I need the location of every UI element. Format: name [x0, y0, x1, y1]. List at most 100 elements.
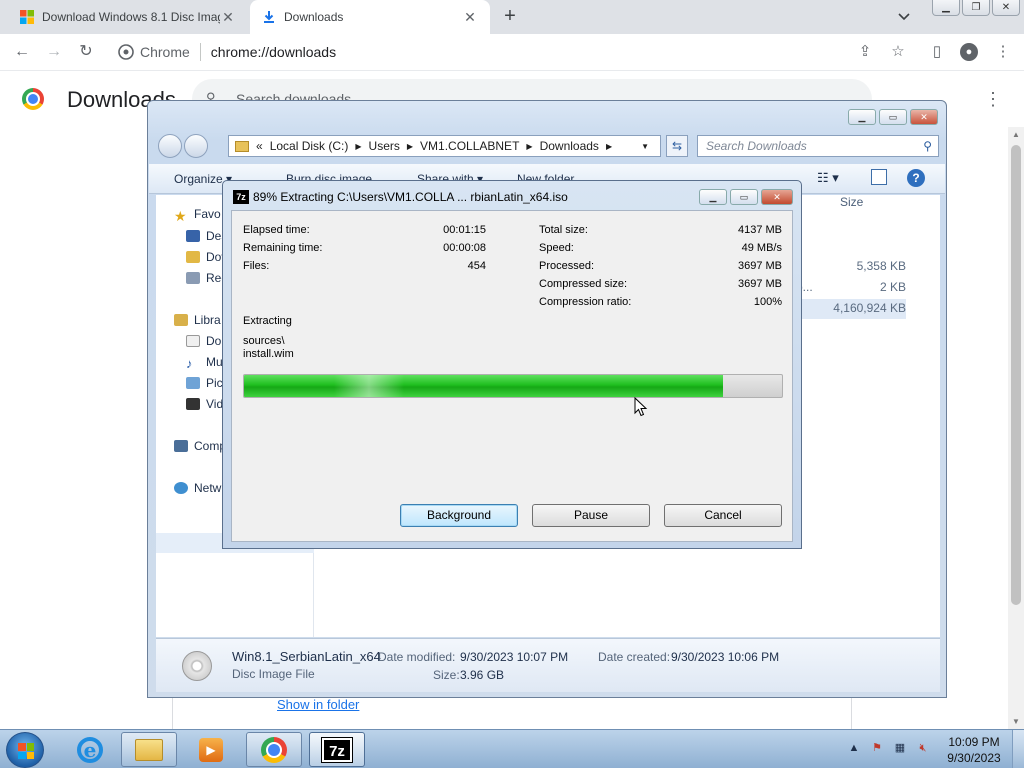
- taskbar-chrome[interactable]: [246, 732, 302, 767]
- chrome-icon: [261, 736, 287, 763]
- cancel-button[interactable]: Cancel: [664, 504, 782, 527]
- chevron-down-icon[interactable]: ▼: [641, 142, 649, 151]
- forward-arrow-icon[interactable]: →: [44, 42, 64, 62]
- explorer-window-controls: ▁ ▭ ✕: [845, 109, 938, 125]
- chevron-down-icon[interactable]: [896, 8, 912, 24]
- chevron-right-icon[interactable]: ▶: [355, 142, 361, 151]
- taskbar-7zip[interactable]: 7z: [309, 732, 365, 767]
- minimize-button[interactable]: ▁: [932, 0, 960, 16]
- share-icon[interactable]: ⇪: [856, 43, 874, 61]
- chevron-right-icon[interactable]: ▶: [407, 142, 413, 151]
- compressed-size-value: 3697 MB: [737, 278, 782, 290]
- taskbar-media-player[interactable]: ▶: [183, 732, 239, 767]
- detail-date-created-label: Date created:: [598, 650, 671, 664]
- network-icon: [174, 482, 188, 494]
- close-button[interactable]: ✕: [910, 109, 938, 125]
- folder-icon: [235, 140, 249, 152]
- elapsed-time-value: 00:01:15: [443, 224, 486, 236]
- profile-avatar-icon[interactable]: ●: [960, 43, 978, 61]
- view-options-icon[interactable]: ☷ ▾: [817, 170, 839, 186]
- total-size-value: 4137 MB: [737, 224, 782, 236]
- taskbar-file-explorer[interactable]: [121, 732, 177, 767]
- explorer-address-bar[interactable]: « Local Disk (C:) ▶ Users ▶ VM1.COLLABNET ▶…: [228, 135, 661, 157]
- breadcrumb-overflow[interactable]: «: [256, 139, 263, 153]
- breadcrumb-downloads[interactable]: Downloads: [540, 139, 599, 153]
- restore-button[interactable]: ❐: [962, 0, 990, 16]
- explorer-search-input[interactable]: Search Downloads ⚲: [697, 135, 939, 157]
- tab-download-windows[interactable]: Download Windows 8.1 Disc Image ✕: [8, 0, 248, 34]
- minimize-button[interactable]: ▁: [699, 189, 727, 205]
- downloads-folder-icon: [186, 251, 200, 263]
- nav-documents[interactable]: Do: [186, 334, 221, 348]
- scroll-up-icon[interactable]: ▲: [1012, 130, 1020, 139]
- minimize-button[interactable]: ▁: [848, 109, 876, 125]
- action-center-icon[interactable]: ⚑: [869, 740, 885, 756]
- close-button[interactable]: ✕: [761, 189, 793, 205]
- side-panel-icon[interactable]: ▯: [928, 43, 946, 61]
- back-button[interactable]: [158, 134, 182, 158]
- reload-icon[interactable]: ↻: [76, 42, 96, 62]
- show-desktop-button[interactable]: [1012, 730, 1024, 768]
- new-tab-button[interactable]: +: [500, 5, 520, 28]
- pause-button[interactable]: Pause: [532, 504, 650, 527]
- page-scrollbar[interactable]: ▲ ▼: [1008, 127, 1024, 729]
- taskbar-clock[interactable]: 10:09 PM 9/30/2023: [942, 734, 1006, 766]
- close-tab-icon[interactable]: ✕: [220, 9, 236, 26]
- scroll-down-icon[interactable]: ▼: [1012, 717, 1020, 726]
- network-status-icon[interactable]: ▦: [892, 740, 908, 756]
- nav-music[interactable]: ♪ Mu: [186, 355, 223, 371]
- tab-downloads[interactable]: Downloads ✕: [250, 0, 490, 34]
- nav-computer[interactable]: Comp: [174, 439, 226, 453]
- maximize-button[interactable]: ▭: [730, 189, 758, 205]
- nav-pictures[interactable]: Pic: [186, 376, 223, 390]
- menu-dots-icon[interactable]: ⋮: [994, 43, 1012, 61]
- nav-libraries[interactable]: Libra: [174, 313, 221, 327]
- nav-network[interactable]: Netw: [174, 481, 221, 495]
- tab-strip: Download Windows 8.1 Disc Image ✕ Downlo…: [0, 0, 1024, 34]
- detail-date-created: 9/30/2023 10:06 PM: [671, 650, 780, 664]
- system-tray: ▲ ⚑ ▦ 🔇︎: [846, 740, 938, 756]
- files-label: Files:: [243, 260, 270, 272]
- menu-dots-icon[interactable]: ⋮: [984, 89, 1002, 110]
- details-pane: Win8.1_SerbianLatin_x64 Disc Image File …: [156, 638, 940, 692]
- progress-fill: [244, 375, 723, 397]
- show-hidden-icons-icon[interactable]: ▲: [846, 740, 862, 756]
- volume-muted-icon[interactable]: 🔇︎: [915, 740, 931, 756]
- libraries-icon: [174, 314, 188, 326]
- taskbar-internet-explorer[interactable]: e: [62, 732, 118, 767]
- browser-toolbar: ← → ↻ Chrome chrome://downloads ⇪ ☆ ▯ ● …: [0, 34, 1024, 71]
- nav-favorites[interactable]: ★ Favo: [174, 207, 221, 224]
- compression-ratio-value: 100%: [753, 296, 782, 308]
- 7zip-progress-dialog: 7z 89% Extracting C:\Users\VM1.COLLA ...…: [222, 180, 802, 549]
- close-button[interactable]: ✕: [992, 0, 1020, 16]
- windows-logo-icon: [18, 743, 34, 759]
- forward-button[interactable]: [184, 134, 208, 158]
- help-icon[interactable]: ?: [907, 169, 925, 187]
- internet-explorer-icon: e: [77, 736, 103, 763]
- start-button[interactable]: [6, 732, 44, 768]
- explorer-nav-buttons: [158, 134, 210, 158]
- chevron-right-icon[interactable]: ▶: [526, 142, 532, 151]
- chevron-right-icon[interactable]: ▶: [606, 142, 612, 151]
- compression-ratio-label: Compression ratio:: [539, 296, 632, 308]
- breadcrumb-user[interactable]: VM1.COLLABNET: [420, 139, 519, 153]
- refresh-icon[interactable]: ⇆: [666, 135, 688, 157]
- show-in-folder-link[interactable]: Show in folder: [277, 697, 359, 712]
- breadcrumb-users[interactable]: Users: [369, 139, 400, 153]
- elapsed-time-label: Elapsed time:: [243, 224, 310, 236]
- nav-videos[interactable]: Vid: [186, 397, 223, 411]
- address-bar[interactable]: Chrome chrome://downloads: [110, 38, 870, 66]
- preview-pane-icon[interactable]: [871, 169, 887, 185]
- breadcrumb-local-disk[interactable]: Local Disk (C:): [270, 139, 349, 153]
- file-row-size-selected[interactable]: 4,160,924 KB: [796, 299, 906, 319]
- back-arrow-icon[interactable]: ←: [12, 42, 32, 62]
- background-button[interactable]: Background: [400, 504, 518, 527]
- scrollbar-thumb[interactable]: [1011, 145, 1021, 605]
- file-row-size[interactable]: 5,358 KB: [796, 259, 906, 273]
- column-header-size[interactable]: Size: [840, 195, 863, 209]
- close-tab-icon[interactable]: ✕: [462, 9, 478, 26]
- bookmark-star-icon[interactable]: ☆: [889, 43, 907, 61]
- processed-label: Processed:: [539, 260, 595, 272]
- maximize-button[interactable]: ▭: [879, 109, 907, 125]
- file-row-size[interactable]: 2 KB: [796, 280, 906, 294]
